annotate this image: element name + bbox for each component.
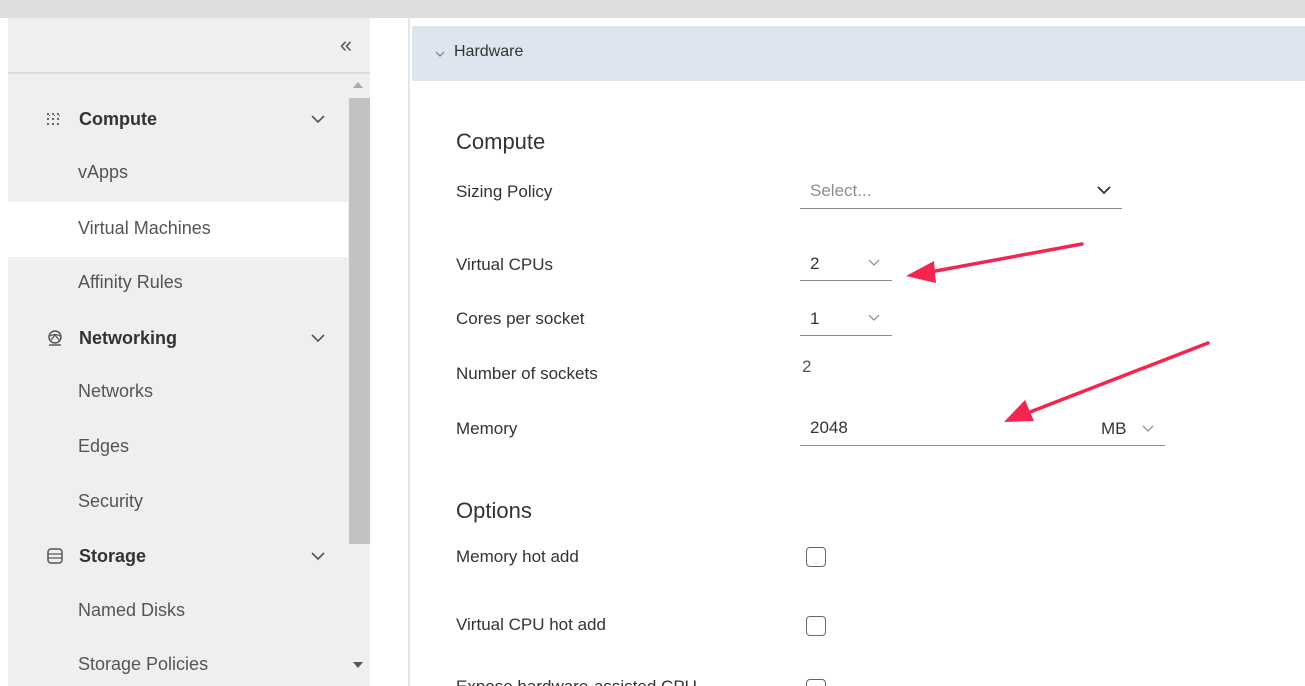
hardware-section-title: Hardware (454, 43, 524, 60)
cores-per-socket-label: Cores per socket (456, 309, 585, 328)
sidebar-item-label: Storage Policies (78, 654, 209, 674)
expose-hardware-assisted-cpu-checkbox[interactable] (806, 679, 826, 686)
nav-section-networking[interactable]: Networking (8, 318, 348, 358)
sidebar-item-label: Affinity Rules (78, 272, 183, 292)
sidebar-item-label: Security (78, 491, 144, 511)
sidebar-item-storage-policies[interactable]: Storage Policies (8, 638, 348, 686)
virtual-cpus-select[interactable]: 2 (800, 243, 892, 281)
options-section-title: Options (456, 498, 532, 523)
sidebar-item-named-disks[interactable]: Named Disks (8, 584, 348, 639)
sidebar-item-virtual-machines[interactable]: Virtual Machines (8, 202, 348, 257)
top-strip (0, 0, 1305, 18)
number-of-sockets-label: Number of sockets (456, 364, 598, 383)
chevron-down-icon (435, 51, 445, 57)
memory-hot-add-checkbox[interactable] (806, 547, 826, 567)
chevron-down-icon (311, 334, 325, 343)
sidebar-header: « (8, 18, 370, 74)
chevron-down-icon (1142, 425, 1154, 432)
scrollbar-thumb[interactable] (349, 98, 370, 544)
sidebar-item-label: Virtual Machines (78, 218, 211, 238)
chevron-down-icon (311, 115, 325, 124)
expose-hardware-assisted-cpu-label: Expose hardware-assisted CPU (456, 677, 697, 686)
sidebar-scrollbar[interactable] (349, 80, 370, 684)
virtual-cpu-hot-add-label: Virtual CPU hot add (456, 615, 606, 634)
network-icon (48, 330, 62, 346)
nav-section-label: Compute (79, 109, 157, 129)
chevron-down-icon (868, 314, 880, 321)
scroll-up-icon[interactable] (353, 82, 363, 88)
hardware-section-header[interactable]: Hardware (412, 26, 1305, 81)
nav-section-label: Storage (79, 546, 147, 566)
sidebar-item-edges[interactable]: Edges (8, 420, 348, 475)
chevron-down-icon (1097, 186, 1111, 195)
nav-section-label: Networking (79, 328, 178, 348)
cores-per-socket-value: 1 (810, 309, 820, 328)
sidebar-item-security[interactable]: Security (8, 475, 348, 530)
sidebar-item-vapps[interactable]: vApps (8, 146, 348, 201)
sidebar-item-label: vApps (78, 162, 129, 182)
virtual-cpus-label: Virtual CPUs (456, 255, 553, 274)
memory-unit-select[interactable]: MB (1070, 408, 1165, 446)
sizing-policy-label: Sizing Policy (456, 182, 553, 201)
cores-per-socket-select[interactable]: 1 (800, 298, 892, 336)
memory-input[interactable]: 2048 (800, 408, 1070, 446)
memory-label: Memory (456, 419, 518, 438)
sidebar-item-label: Networks (78, 381, 154, 401)
compute-section-title: Compute (456, 129, 546, 154)
virtual-cpu-hot-add-checkbox[interactable] (806, 616, 826, 636)
database-icon (47, 548, 63, 564)
sidebar-item-label: Named Disks (78, 600, 186, 620)
number-of-sockets-value: 2 (802, 357, 812, 376)
sidebar: « Compute vApps Virtual Machines Affinit… (8, 18, 370, 686)
sizing-policy-select[interactable]: Select... (800, 170, 1122, 209)
sidebar-item-networks[interactable]: Networks (8, 365, 348, 420)
memory-hot-add-label: Memory hot add (456, 547, 579, 566)
chevron-down-icon (868, 259, 880, 266)
sizing-policy-placeholder: Select... (810, 181, 872, 200)
main-panel: Hardware Compute Sizing Policy Select...… (408, 18, 1305, 686)
virtual-cpus-value: 2 (810, 254, 820, 273)
memory-value: 2048 (810, 418, 848, 437)
chevron-down-icon (311, 552, 325, 561)
scroll-down-icon[interactable] (353, 662, 363, 668)
nav-section-compute[interactable]: Compute (8, 99, 348, 139)
nav-section-storage[interactable]: Storage (8, 536, 348, 576)
grid-icon (47, 113, 60, 125)
sidebar-item-affinity-rules[interactable]: Affinity Rules (8, 256, 348, 311)
sidebar-item-label: Edges (78, 436, 130, 456)
memory-unit-value: MB (1101, 419, 1127, 438)
collapse-sidebar-button[interactable]: « (334, 34, 358, 58)
